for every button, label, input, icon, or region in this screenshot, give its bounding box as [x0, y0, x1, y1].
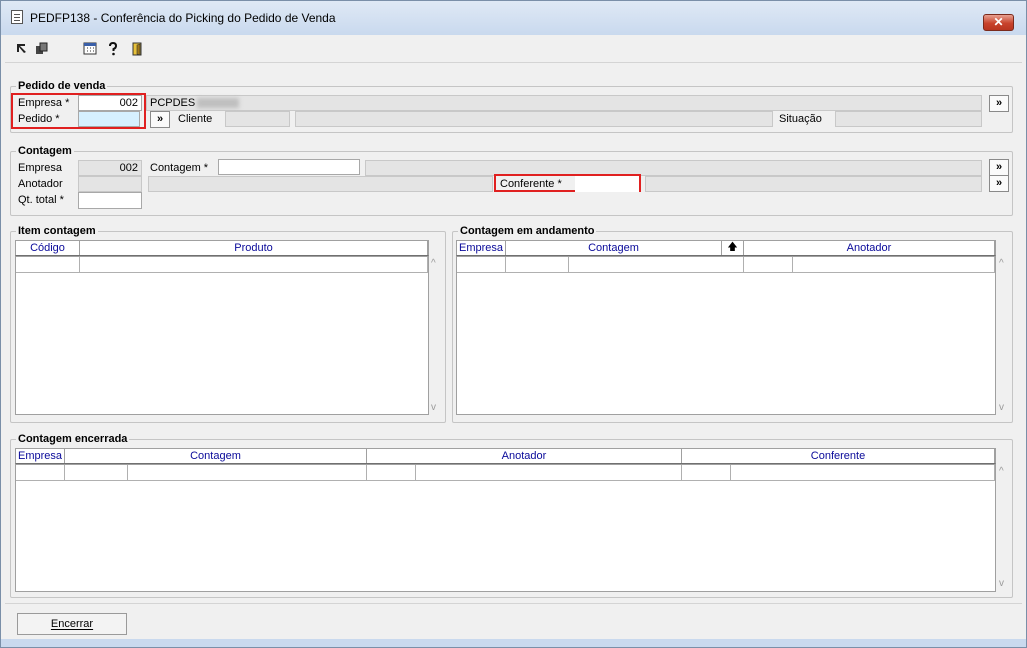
cliente-name-field	[295, 111, 773, 127]
contagem-label: Contagem *	[150, 162, 209, 174]
conferente-input[interactable]	[575, 176, 639, 192]
table-cell[interactable]	[457, 257, 506, 273]
col-anotador[interactable]: Anotador	[367, 449, 682, 463]
table-cell[interactable]	[793, 257, 995, 273]
table-cell[interactable]	[65, 465, 128, 481]
encerrar-label: Encerrar	[50, 618, 94, 630]
contagem-andamento-title: Contagem em andamento	[458, 225, 597, 237]
contagem-encerrada-header: Empresa Contagem Anotador Conferente	[15, 448, 996, 464]
cliente-label: Cliente	[178, 113, 213, 125]
col-conferente[interactable]: Conferente	[682, 449, 995, 463]
pedido-venda-title: Pedido de venda	[16, 80, 108, 92]
contagem-andamento-header: Empresa Contagem 🡅 Anotador	[456, 240, 996, 256]
scroll-down-icon[interactable]: v	[431, 402, 436, 413]
contagem-encerrada-title: Contagem encerrada	[16, 433, 130, 445]
table-cell[interactable]	[744, 257, 793, 273]
col-empresa[interactable]: Empresa	[457, 241, 506, 255]
conferente-lookup-button[interactable]: »	[989, 175, 1009, 192]
table-cell[interactable]	[128, 465, 367, 481]
table-cell[interactable]	[367, 465, 416, 481]
situacao-field	[835, 111, 982, 127]
redacted-text	[197, 98, 239, 108]
contagem-title: Contagem	[16, 145, 74, 157]
col-anotador[interactable]: Anotador	[744, 241, 995, 255]
empresa-name-field: PCPDES	[146, 95, 982, 111]
contagem-andamento-grid[interactable]	[456, 256, 996, 415]
bottom-divider	[5, 603, 1022, 604]
empresa-label: Empresa *	[18, 97, 70, 109]
item-contagem-grid[interactable]	[15, 256, 429, 415]
pedido-label: Pedido *	[18, 113, 60, 125]
conferente-name-field	[645, 176, 982, 192]
conferente-label: Conferente *	[500, 178, 562, 190]
col-contagem[interactable]: Contagem	[506, 241, 722, 255]
table-cell[interactable]	[569, 257, 744, 273]
col-empresa[interactable]: Empresa	[16, 449, 65, 463]
item-contagem-header: Código Produto	[15, 240, 429, 256]
table-cell[interactable]	[682, 465, 731, 481]
col-produto[interactable]: Produto	[80, 241, 428, 255]
qt-total-label: Qt. total *	[18, 194, 64, 206]
scroll-up-icon[interactable]: ^	[999, 258, 1004, 269]
table-cell[interactable]	[16, 257, 80, 273]
contagem-encerrada-grid[interactable]	[15, 464, 996, 592]
contagem-input[interactable]	[218, 159, 360, 175]
help-icon[interactable]	[106, 41, 120, 56]
scroll-up-icon[interactable]: ^	[999, 466, 1004, 477]
contagem-lookup-button[interactable]: »	[989, 159, 1009, 176]
col-codigo[interactable]: Código	[16, 241, 80, 255]
window-bottom-frame	[1, 639, 1026, 647]
document-icon	[11, 10, 23, 24]
sort-arrow-icon[interactable]: 🡅	[722, 241, 744, 255]
table-cell[interactable]	[416, 465, 682, 481]
anotador-code-field	[78, 176, 142, 192]
situacao-label: Situação	[779, 113, 822, 125]
exit-icon[interactable]	[130, 42, 144, 56]
contagem-desc-field	[365, 160, 982, 176]
encerrar-button[interactable]: Encerrar	[17, 613, 127, 635]
empresa-input[interactable]: 002	[78, 95, 142, 111]
toolbar-divider	[5, 62, 1022, 63]
contagem-empresa-field: 002	[78, 160, 142, 176]
scroll-up-icon[interactable]: ^	[431, 258, 436, 269]
qt-total-input[interactable]	[78, 192, 142, 209]
scroll-down-icon[interactable]: v	[999, 402, 1004, 413]
scroll-down-icon[interactable]: v	[999, 578, 1004, 589]
empresa-lookup-button[interactable]: »	[989, 95, 1009, 112]
table-cell[interactable]	[80, 257, 428, 273]
calendar-icon[interactable]	[83, 42, 97, 56]
col-contagem[interactable]: Contagem	[65, 449, 367, 463]
cliente-code-field	[225, 111, 290, 127]
pedido-input[interactable]	[78, 111, 140, 127]
arrow-icon[interactable]	[14, 42, 28, 56]
table-cell[interactable]	[731, 465, 995, 481]
close-button[interactable]: ✕	[983, 14, 1014, 31]
copy-icon[interactable]	[35, 42, 49, 56]
pedido-lookup-button[interactable]: »	[150, 111, 170, 128]
item-contagem-title: Item contagem	[16, 225, 98, 237]
window-title: PEDFP138 - Conferência do Picking do Ped…	[30, 11, 336, 25]
table-cell[interactable]	[16, 465, 65, 481]
anotador-name-field	[148, 176, 493, 192]
contagem-empresa-label: Empresa	[18, 162, 63, 174]
anotador-label: Anotador	[18, 178, 63, 190]
table-cell[interactable]	[506, 257, 569, 273]
